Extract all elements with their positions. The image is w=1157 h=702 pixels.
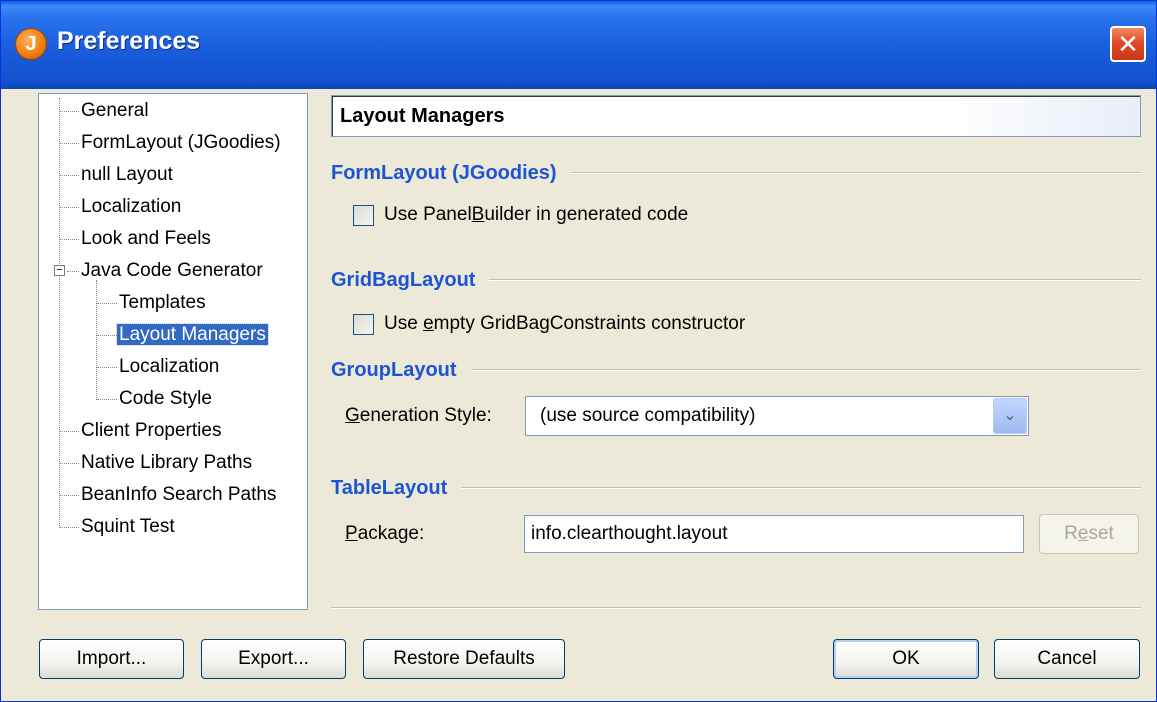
tree-item-layout-managers[interactable]: Layout Managers xyxy=(116,320,269,350)
use-empty-constructor-checkbox[interactable]: Use empty GridBagConstraints constructor xyxy=(353,313,745,335)
divider xyxy=(331,607,1141,609)
tree-item-formlayout[interactable]: FormLayout (JGoodies) xyxy=(79,128,283,158)
tree-connector xyxy=(60,175,79,176)
tree-connector xyxy=(60,111,79,112)
generation-style-dropdown[interactable]: (use source compatibility) ⌄ xyxy=(525,396,1029,436)
tree-connector xyxy=(97,303,117,304)
tree-item-codegen-localization[interactable]: Localization xyxy=(117,352,221,382)
app-icon: J xyxy=(15,28,47,60)
tree-item-label: FormLayout (JGoodies) xyxy=(81,132,281,153)
tree-item-native-library-paths[interactable]: Native Library Paths xyxy=(79,448,254,478)
section-title: GroupLayout xyxy=(331,358,457,381)
section-formlayout: FormLayout (JGoodies) xyxy=(331,158,1141,188)
package-label: Package: xyxy=(345,523,425,544)
tree-guide-line xyxy=(96,280,97,400)
section-title: FormLayout (JGoodies) xyxy=(331,161,557,184)
checkbox-box[interactable] xyxy=(353,313,374,335)
section-tablelayout: TableLayout xyxy=(331,473,1141,503)
tree-connector xyxy=(60,463,79,464)
tree-connector xyxy=(67,271,79,272)
tree-item-label: BeanInfo Search Paths xyxy=(81,484,277,505)
tree-item-localization[interactable]: Localization xyxy=(79,192,183,222)
import-button[interactable]: Import... xyxy=(39,639,184,679)
tree-item-label: null Layout xyxy=(81,164,173,185)
title-bar[interactable]: J Preferences ✕ xyxy=(1,1,1156,89)
tree-connector xyxy=(97,335,117,336)
tree-item-label: Layout Managers xyxy=(116,323,269,346)
tree-connector xyxy=(60,143,79,144)
tree-connector xyxy=(60,207,79,208)
tree-item-label: General xyxy=(81,100,149,121)
tree-item-label: Templates xyxy=(119,292,206,313)
section-divider xyxy=(461,487,1141,489)
tree-item-label: Localization xyxy=(81,196,182,217)
tree-connector xyxy=(60,239,79,240)
restore-defaults-button[interactable]: Restore Defaults xyxy=(363,639,565,679)
tree-item-label: Look and Feels xyxy=(81,228,211,249)
close-icon: ✕ xyxy=(1117,29,1139,59)
tree-item-templates[interactable]: Templates xyxy=(117,288,208,318)
tree-item-label: Native Library Paths xyxy=(81,452,253,473)
page-title: Layout Managers xyxy=(331,95,1141,137)
tree-item-java-code-generator[interactable]: Java Code Generator xyxy=(79,256,265,286)
reset-button[interactable]: Reset xyxy=(1039,514,1139,554)
section-divider xyxy=(570,172,1141,174)
tree-connector xyxy=(97,367,117,368)
section-title: TableLayout xyxy=(331,476,448,499)
preferences-tree[interactable]: General FormLayout (JGoodies) null Layou… xyxy=(38,93,308,610)
cancel-button[interactable]: Cancel xyxy=(994,639,1140,679)
collapse-icon[interactable]: − xyxy=(54,265,65,276)
tree-connector xyxy=(97,399,117,400)
checkbox-box[interactable] xyxy=(353,204,374,226)
checkbox-label: Use empty GridBagConstraints constructor xyxy=(384,313,746,334)
tree-item-label: Code Style xyxy=(119,388,212,409)
chevron-down-icon[interactable]: ⌄ xyxy=(993,398,1027,434)
tree-item-squint-test[interactable]: Squint Test xyxy=(79,512,177,542)
section-grouplayout: GroupLayout xyxy=(331,355,1141,385)
tree-item-label: Client Properties xyxy=(81,420,222,441)
dropdown-value: (use source compatibility) xyxy=(540,405,756,426)
section-divider xyxy=(470,369,1141,371)
tree-item-general[interactable]: General xyxy=(79,96,151,126)
export-button[interactable]: Export... xyxy=(201,639,346,679)
checkbox-label: Use PanelBuilder in generated code xyxy=(384,204,689,225)
tree-connector xyxy=(60,495,79,496)
tree-item-label: Localization xyxy=(119,356,220,377)
close-button[interactable]: ✕ xyxy=(1110,26,1146,62)
tree-connector xyxy=(60,431,79,432)
package-input[interactable]: info.clearthought.layout xyxy=(524,515,1024,553)
section-gridbaglayout: GridBagLayout xyxy=(331,265,1141,295)
tree-item-null-layout[interactable]: null Layout xyxy=(79,160,175,190)
section-divider xyxy=(489,279,1141,281)
preferences-dialog: J Preferences ✕ General FormLayout (JGoo… xyxy=(0,0,1157,702)
generation-style-label: Generation Style: xyxy=(345,405,492,426)
tree-item-look-and-feels[interactable]: Look and Feels xyxy=(79,224,213,254)
tree-item-beaninfo-search-paths[interactable]: BeanInfo Search Paths xyxy=(79,480,278,510)
tree-item-code-style[interactable]: Code Style xyxy=(117,384,214,414)
window-title: Preferences xyxy=(57,27,201,55)
tree-item-label: Squint Test xyxy=(81,516,175,537)
tree-item-label: Java Code Generator xyxy=(81,260,263,281)
tree-item-client-properties[interactable]: Client Properties xyxy=(79,416,223,446)
ok-button[interactable]: OK xyxy=(833,639,979,679)
tree-connector xyxy=(60,527,79,528)
section-title: GridBagLayout xyxy=(331,268,476,291)
use-panelbuilder-checkbox[interactable]: Use PanelBuilder in generated code xyxy=(353,204,688,226)
